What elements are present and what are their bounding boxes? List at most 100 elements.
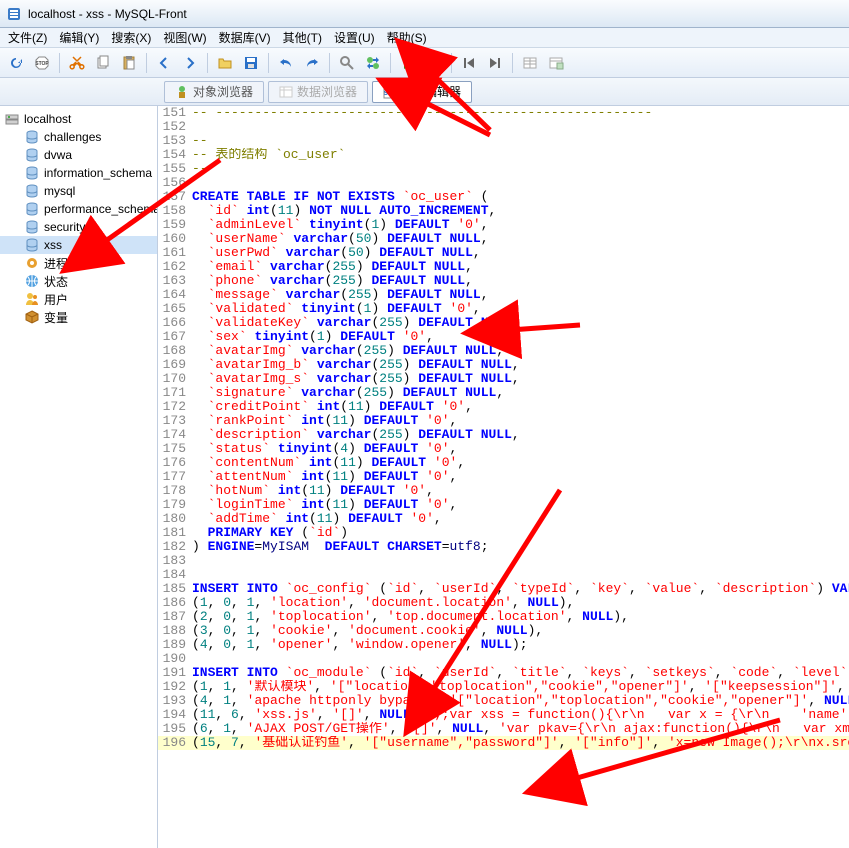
code-content: ) ENGINE=MyISAM DEFAULT CHARSET=utf8; <box>192 540 849 554</box>
copy-button[interactable] <box>91 51 115 75</box>
code-line[interactable]: 169 `avatarImg_b` varchar(255) DEFAULT N… <box>158 358 849 372</box>
tree-db-information_schema[interactable]: information_schema <box>0 164 157 182</box>
code-line[interactable]: 196(15, 7, '基础认证钓鱼', '["username","passw… <box>158 736 849 750</box>
code-content <box>192 652 849 666</box>
code-line[interactable]: 186(1, 0, 1, 'location', 'document.locat… <box>158 596 849 610</box>
cut-button[interactable] <box>65 51 89 75</box>
code-line[interactable]: 170 `avatarImg_s` varchar(255) DEFAULT N… <box>158 372 849 386</box>
code-line[interactable]: 181 PRIMARY KEY (`id`) <box>158 526 849 540</box>
code-line[interactable]: 194(11, 6, 'xss.js', '[]', NULL, ';;var … <box>158 708 849 722</box>
code-line[interactable]: 173 `rankPoint` int(11) DEFAULT '0', <box>158 414 849 428</box>
code-line[interactable]: 167 `sex` tinyint(1) DEFAULT '0', <box>158 330 849 344</box>
menu-other[interactable]: 其他(T) <box>277 27 328 48</box>
tree-db-xss[interactable]: xss <box>0 236 157 254</box>
save-button[interactable] <box>239 51 263 75</box>
back-button[interactable] <box>152 51 176 75</box>
code-line[interactable]: 151-- ----------------------------------… <box>158 106 849 120</box>
code-line[interactable]: 156 <box>158 176 849 190</box>
menu-search[interactable]: 搜索(X) <box>105 27 157 48</box>
menu-edit[interactable]: 编辑(Y) <box>53 27 105 48</box>
code-line[interactable]: 183 <box>158 554 849 568</box>
code-line[interactable]: 166 `validateKey` varchar(255) DEFAULT N… <box>158 316 849 330</box>
code-line[interactable]: 172 `creditPoint` int(11) DEFAULT '0', <box>158 400 849 414</box>
code-content: INSERT INTO `oc_config` (`id`, `userId`,… <box>192 582 849 596</box>
sql-editor[interactable]: 151-- ----------------------------------… <box>158 106 849 848</box>
tree-variables[interactable]: 变量 <box>0 308 157 326</box>
menu-file[interactable]: 文件(Z) <box>2 27 53 48</box>
menu-database[interactable]: 数据库(V) <box>213 27 277 48</box>
line-number: 158 <box>158 204 186 218</box>
tree-server[interactable]: localhost <box>0 110 157 128</box>
tree-db-mysql[interactable]: mysql <box>0 182 157 200</box>
code-line[interactable]: 162 `email` varchar(255) DEFAULT NULL, <box>158 260 849 274</box>
code-content: `rankPoint` int(11) DEFAULT '0', <box>192 414 849 428</box>
tree-user[interactable]: 用户 <box>0 290 157 308</box>
code-line[interactable]: 182) ENGINE=MyISAM DEFAULT CHARSET=utf8; <box>158 540 849 554</box>
code-line[interactable]: 163 `phone` varchar(255) DEFAULT NULL, <box>158 274 849 288</box>
tree-status[interactable]: 状态 <box>0 272 157 290</box>
code-line[interactable]: 174 `description` varchar(255) DEFAULT N… <box>158 428 849 442</box>
code-line[interactable]: 160 `userName` varchar(50) DEFAULT NULL, <box>158 232 849 246</box>
code-line[interactable]: 165 `validated` tinyint(1) DEFAULT '0', <box>158 302 849 316</box>
code-line[interactable]: 154-- 表的结构 `oc_user` <box>158 148 849 162</box>
stop-button[interactable]: STOP <box>30 51 54 75</box>
last-record-button[interactable] <box>483 51 507 75</box>
code-line[interactable]: 155-- <box>158 162 849 176</box>
tree-db-performance_schema[interactable]: performance_schema <box>0 200 157 218</box>
paste-button[interactable] <box>117 51 141 75</box>
code-line[interactable]: 179 `loginTime` int(11) DEFAULT '0', <box>158 498 849 512</box>
code-line[interactable]: 177 `attentNum` int(11) DEFAULT '0', <box>158 470 849 484</box>
code-line[interactable]: 190 <box>158 652 849 666</box>
code-line[interactable]: 157CREATE TABLE IF NOT EXISTS `oc_user` … <box>158 190 849 204</box>
grid-button-2[interactable] <box>544 51 568 75</box>
code-line[interactable]: 184 <box>158 568 849 582</box>
tab-data-browser[interactable]: 数据浏览器 <box>268 81 368 103</box>
code-line[interactable]: 152 <box>158 120 849 134</box>
tree-process[interactable]: 进程 <box>0 254 157 272</box>
code-line[interactable]: 168 `avatarImg` varchar(255) DEFAULT NUL… <box>158 344 849 358</box>
code-line[interactable]: 189(4, 0, 1, 'opener', 'window.opener', … <box>158 638 849 652</box>
code-line[interactable]: 153-- <box>158 134 849 148</box>
sidebar-tree[interactable]: localhost challengesdvwainformation_sche… <box>0 106 158 848</box>
code-line[interactable]: 180 `addTime` int(11) DEFAULT '0', <box>158 512 849 526</box>
replace-button[interactable] <box>361 51 385 75</box>
line-number: 175 <box>158 442 186 456</box>
tree-db-challenges[interactable]: challenges <box>0 128 157 146</box>
menu-view[interactable]: 视图(W) <box>157 27 212 48</box>
code-line[interactable]: 175 `status` tinyint(4) DEFAULT '0', <box>158 442 849 456</box>
code-line[interactable]: 193(4, 1, 'apache httponly bypass', '["l… <box>158 694 849 708</box>
refresh-button[interactable] <box>4 51 28 75</box>
line-number: 155 <box>158 162 186 176</box>
code-line[interactable]: 195(6, 1, 'AJAX POST/GET操作', '[]', NULL,… <box>158 722 849 736</box>
redo-button[interactable] <box>300 51 324 75</box>
undo-button[interactable] <box>274 51 298 75</box>
forward-button[interactable] <box>178 51 202 75</box>
line-number: 179 <box>158 498 186 512</box>
code-line[interactable]: 158 `id` int(11) NOT NULL AUTO_INCREMENT… <box>158 204 849 218</box>
code-line[interactable]: 185INSERT INTO `oc_config` (`id`, `userI… <box>158 582 849 596</box>
code-line[interactable]: 187(2, 0, 1, 'toplocation', 'top.documen… <box>158 610 849 624</box>
line-number: 191 <box>158 666 186 680</box>
tab-sql-editor[interactable]: SQL SQL编辑器 <box>372 81 472 103</box>
tab-object-browser[interactable]: 对象浏览器 <box>164 81 264 103</box>
code-line[interactable]: 171 `signature` varchar(255) DEFAULT NUL… <box>158 386 849 400</box>
first-record-button[interactable] <box>457 51 481 75</box>
code-line[interactable]: 159 `adminLevel` tinyint(1) DEFAULT '0', <box>158 218 849 232</box>
line-number: 171 <box>158 386 186 400</box>
code-line[interactable]: 191INSERT INTO `oc_module` (`id`, `userI… <box>158 666 849 680</box>
tree-db-dvwa[interactable]: dvwa <box>0 146 157 164</box>
code-line[interactable]: 178 `hotNum` int(11) DEFAULT '0', <box>158 484 849 498</box>
tree-db-security[interactable]: security <box>0 218 157 236</box>
find-button[interactable] <box>335 51 359 75</box>
code-line[interactable]: 188(3, 0, 1, 'cookie', 'document.cookie'… <box>158 624 849 638</box>
code-line[interactable]: 161 `userPwd` varchar(50) DEFAULT NULL, <box>158 246 849 260</box>
code-line[interactable]: 192(1, 1, '默认模块', '["location","toplocat… <box>158 680 849 694</box>
code-line[interactable]: 164 `message` varchar(255) DEFAULT NULL, <box>158 288 849 302</box>
grid-button-1[interactable] <box>518 51 542 75</box>
menu-settings[interactable]: 设置(U) <box>328 27 381 48</box>
execute-button[interactable] <box>396 51 420 75</box>
menu-help[interactable]: 帮助(S) <box>381 27 433 48</box>
code-line[interactable]: 176 `contentNum` int(11) DEFAULT '0', <box>158 456 849 470</box>
open-button[interactable] <box>213 51 237 75</box>
execute-step-button[interactable] <box>422 51 446 75</box>
